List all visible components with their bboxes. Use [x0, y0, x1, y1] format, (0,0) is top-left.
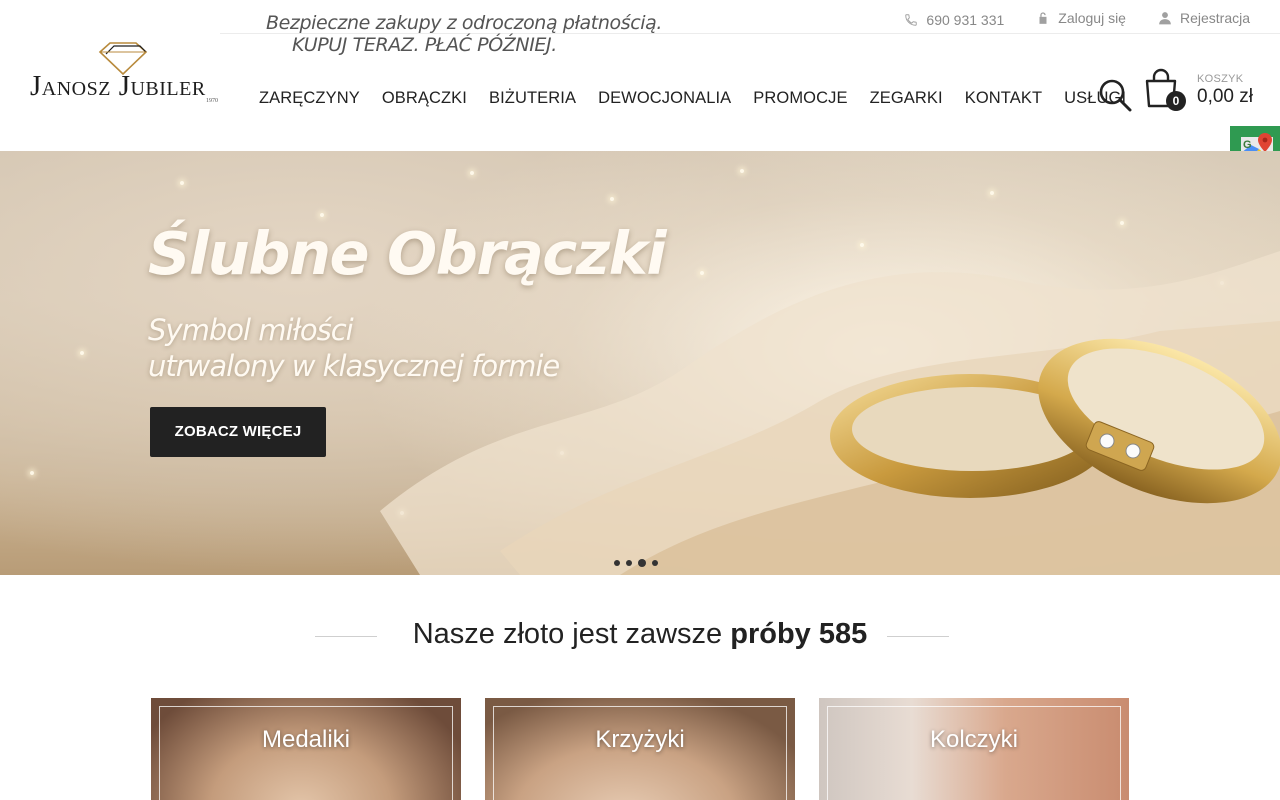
register-label: Rejestracja	[1179, 10, 1250, 26]
nav-item-kontakt[interactable]: KONTAKT	[954, 89, 1053, 108]
slider-dot-active[interactable]	[638, 559, 646, 567]
login-label: Zaloguj się	[1058, 10, 1126, 26]
svg-text:G: G	[1243, 139, 1252, 151]
nav-item-promocje[interactable]: PROMOCJE	[742, 89, 858, 108]
logo-name: Janosz Jubiler	[30, 70, 206, 102]
nav-item-zareczyny[interactable]: ZARĘCZYNY	[248, 89, 371, 108]
slider-dot[interactable]	[614, 560, 620, 566]
title-rule-right	[887, 636, 949, 637]
wedding-rings-image	[830, 338, 1280, 504]
hero-slider: Ślubne Obrączki Symbol miłości utrwalony…	[0, 151, 1280, 575]
tile-label: Medaliki	[261, 726, 351, 753]
see-more-button[interactable]: ZOBACZ WIĘCEJ	[150, 407, 326, 457]
category-tile-kolczyki[interactable]: Kolczyki	[819, 698, 1129, 800]
category-tile-medaliki[interactable]: Medaliki	[151, 698, 461, 800]
main-nav: ZARĘCZYNY OBRĄCZKI BIŻUTERIA DEWOCJONALI…	[248, 89, 1137, 108]
promo-line-1: Bezpieczne zakupy z odroczoną płatnością…	[266, 12, 663, 34]
cart-total[interactable]: 0,00 zł	[1197, 86, 1253, 108]
site-logo[interactable]: Janosz Jubiler 1970	[28, 40, 224, 104]
section-title: Nasze złoto jest zawsze próby 585	[0, 618, 1280, 651]
user-icon	[1159, 12, 1171, 25]
cart-count-badge: 0	[1166, 91, 1186, 111]
logo-year: 1970	[206, 98, 218, 104]
slider-dot[interactable]	[626, 560, 632, 566]
hero-subtitle-line-2: utrwalony w klasycznej formie	[148, 349, 560, 383]
promo-banner[interactable]: Bezpieczne zakupy z odroczoną płatnością…	[266, 12, 662, 56]
lock-icon	[1039, 12, 1047, 24]
category-tiles: Medaliki Krzyżyki Kolczyki	[151, 698, 1129, 800]
section-title-regular: Nasze złoto jest zawsze	[412, 618, 731, 650]
tile-label: Krzyżyki	[595, 726, 685, 753]
nav-item-dewocjonalia[interactable]: DEWOCJONALIA	[587, 89, 742, 108]
section-title-bold: próby 585	[730, 618, 868, 650]
promo-line-2: KUPUJ TERAZ. PŁAĆ PÓŹNIEJ.	[292, 34, 557, 56]
cart-label: KOSZYK	[1197, 73, 1244, 85]
phone-number: 690 931 331	[926, 12, 1005, 28]
hero-subtitle-line-1: Symbol miłości	[148, 313, 354, 347]
slider-pagination	[614, 559, 658, 567]
nav-item-zegarki[interactable]: ZEGARKI	[859, 89, 954, 108]
phone-icon	[905, 14, 918, 26]
category-tile-krzyzyki[interactable]: Krzyżyki	[485, 698, 795, 800]
cart-button[interactable]: 0	[1144, 68, 1190, 112]
tile-label: Kolczyki	[929, 726, 1019, 753]
hero-subtitle: Symbol miłości utrwalony w klasycznej fo…	[148, 312, 560, 384]
register-link[interactable]: Rejestracja	[1158, 8, 1250, 28]
hero-title: Ślubne Obrączki	[148, 219, 667, 288]
slider-dot[interactable]	[652, 560, 658, 566]
login-link[interactable]: Zaloguj się	[1036, 8, 1126, 28]
nav-item-bizuteria[interactable]: BIŻUTERIA	[478, 89, 587, 108]
top-links: 690 931 331 Zaloguj się Rejestracja	[904, 8, 1250, 28]
phone-link[interactable]: 690 931 331	[904, 8, 1004, 28]
nav-item-obraczki[interactable]: OBRĄCZKI	[371, 89, 478, 108]
search-icon[interactable]	[1098, 78, 1132, 112]
